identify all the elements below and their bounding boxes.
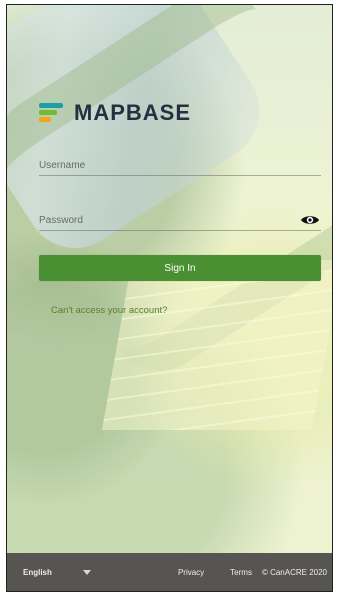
brand-logo: MAPBASE: [39, 100, 191, 126]
eye-icon[interactable]: [300, 213, 320, 227]
username-field[interactable]: Username: [39, 155, 321, 176]
sign-in-button[interactable]: Sign In: [39, 255, 321, 281]
account-help-link[interactable]: Can't access your account?: [51, 305, 167, 316]
chevron-down-icon: [83, 569, 91, 575]
soft-overlay: [7, 5, 332, 591]
language-label: English: [23, 567, 52, 577]
language-selector[interactable]: English: [23, 568, 97, 577]
password-field[interactable]: Password: [39, 210, 321, 231]
terms-link[interactable]: Terms: [230, 568, 252, 577]
footer-bar: English Privacy Terms © CanACRE 2020: [7, 553, 332, 591]
privacy-link[interactable]: Privacy: [178, 568, 204, 577]
username-label: Username: [39, 159, 86, 171]
copyright-text: © CanACRE 2020: [261, 567, 327, 577]
logo-mark-icon: [39, 103, 65, 123]
brand-name: MAPBASE: [74, 100, 192, 125]
login-screen: MAPBASE Username Password Sign In Can't …: [6, 4, 333, 592]
password-label: Password: [39, 214, 83, 226]
